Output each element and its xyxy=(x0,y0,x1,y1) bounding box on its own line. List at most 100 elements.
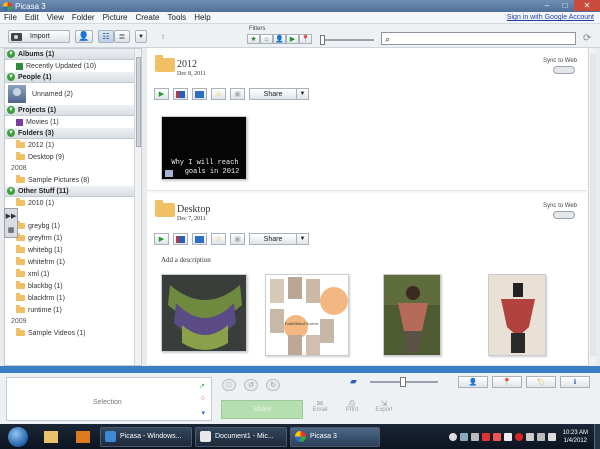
menu-file[interactable]: File xyxy=(0,13,21,22)
sync-toggle[interactable] xyxy=(553,66,575,74)
collage-button[interactable] xyxy=(192,88,207,100)
thumbnail-size-slider[interactable] xyxy=(370,377,438,387)
photo-thumbnail[interactable]: Why I will reach goals in 2012 xyxy=(161,116,247,180)
volume-icon[interactable] xyxy=(547,432,556,441)
people-panel-button[interactable]: 👤 xyxy=(458,376,488,388)
menu-help[interactable]: Help xyxy=(190,13,214,22)
export-button[interactable]: ⇲ Export xyxy=(371,399,397,413)
rotate-left-icon[interactable]: ↺ xyxy=(244,379,258,391)
minimize-button[interactable]: – xyxy=(538,0,556,11)
section-albums[interactable]: ▼ Albums (1) xyxy=(5,49,141,60)
section-projects[interactable]: ▼ Projects (1) xyxy=(5,105,141,116)
sign-in-link[interactable]: Sign in with Google Account xyxy=(507,14,594,21)
section-people[interactable]: ▼ People (1) xyxy=(5,72,141,83)
taskbar-item-picasa3[interactable]: Picasa 3 xyxy=(290,426,380,447)
tray-icon[interactable] xyxy=(514,432,523,441)
search-box[interactable]: ⌕ xyxy=(381,32,576,45)
upload-filter-icon[interactable]: ⌂ xyxy=(260,34,273,44)
taskbar-item-document1[interactable]: Document1 - Mic... xyxy=(195,426,287,447)
menu-folder[interactable]: Folder xyxy=(68,13,99,22)
sidebar-item-xml[interactable]: xml (1) xyxy=(5,268,141,280)
show-desktop-button[interactable] xyxy=(594,424,600,449)
album-description[interactable]: Add a description xyxy=(161,256,211,264)
add-to-album-icon[interactable]: ▾ xyxy=(201,409,205,417)
photo-thumbnail[interactable]: Embellished Scarves xyxy=(265,274,349,356)
expand-icon[interactable]: ▶▶ xyxy=(6,212,17,220)
sidebar-tool-strip[interactable]: ▶▶ ▦ xyxy=(4,208,18,238)
rotate-right-icon[interactable]: ↻ xyxy=(266,379,280,391)
collapse-icon[interactable]: ▼ xyxy=(7,129,15,137)
explorer-pin[interactable] xyxy=(36,427,66,447)
share-button[interactable]: Share xyxy=(249,233,297,245)
share-button[interactable]: Share xyxy=(249,88,297,100)
print-button[interactable]: ⎙ Print xyxy=(339,399,365,413)
star-filter-icon[interactable]: ★ xyxy=(247,34,260,44)
sidebar-item-unnamed[interactable]: Unnamed (2) xyxy=(5,83,141,105)
caption-button[interactable]: □ xyxy=(222,379,236,391)
info-icon[interactable]: ℹ xyxy=(560,376,590,388)
section-folders[interactable]: ▼ Folders (3) xyxy=(5,128,141,139)
grid-view-button[interactable]: ☷ xyxy=(98,30,114,43)
sidebar-item-sample-pictures[interactable]: Sample Pictures (8) xyxy=(5,174,141,186)
sidebar-item-2010[interactable]: 2010 (1) xyxy=(5,197,141,209)
taskbar-item-picasa-windows[interactable]: Picasa - Windows... xyxy=(100,426,192,447)
video-filter-icon[interactable]: ▶ xyxy=(286,34,299,44)
section-other-stuff[interactable]: ▼ Other Stuff (11) xyxy=(5,186,141,197)
photo-thumbnail[interactable] xyxy=(161,274,247,352)
upload-button[interactable]: ⇪ xyxy=(156,30,170,43)
sidebar-item-greyfrm[interactable]: greyfrm (1) xyxy=(5,232,141,244)
menu-tools[interactable]: Tools xyxy=(164,13,191,22)
play-icon[interactable]: ▶ xyxy=(154,88,169,100)
faces-filter-icon[interactable]: 👤 xyxy=(273,34,286,44)
tray-icon[interactable] xyxy=(470,432,479,441)
close-button[interactable]: ✕ xyxy=(574,0,600,11)
places-icon[interactable]: 📍 xyxy=(492,376,522,388)
sidebar-item-runtime[interactable]: runtime (1) xyxy=(5,304,141,316)
star-icon[interactable]: ☆ xyxy=(211,88,226,100)
selection-tray[interactable]: Selection ↗ ○ ▾ xyxy=(6,377,212,421)
sidebar-item-movies[interactable]: Movies (1) xyxy=(5,116,141,128)
flag-icon[interactable] xyxy=(525,432,534,441)
collapse-icon[interactable]: ▼ xyxy=(7,73,15,81)
grid-icon[interactable]: ▦ xyxy=(8,226,15,234)
geotag-filter-icon[interactable]: 📍 xyxy=(299,34,312,44)
sidebar-item-2012[interactable]: 2012 (1) xyxy=(5,139,141,151)
album-title[interactable]: Desktop xyxy=(177,204,210,215)
sidebar-item-blackbg[interactable]: blackbg (1) xyxy=(5,280,141,292)
sidebar-item-greybg[interactable]: greybg (1) xyxy=(5,220,141,232)
album-title[interactable]: 2012 xyxy=(177,59,197,70)
tray-icon[interactable] xyxy=(459,432,468,441)
scrollbar-thumb[interactable] xyxy=(136,57,141,147)
clear-icon[interactable]: ○ xyxy=(201,395,205,402)
slider-knob[interactable] xyxy=(400,377,406,387)
save-icon[interactable]: ▣ xyxy=(230,88,245,100)
menu-view[interactable]: View xyxy=(43,13,68,22)
sidebar-item-sample-videos[interactable]: Sample Videos (1) xyxy=(5,327,141,339)
people-button[interactable]: 👤 xyxy=(75,30,93,43)
import-button[interactable]: Import xyxy=(8,30,70,43)
tags-icon[interactable]: 🏷 xyxy=(526,376,556,388)
list-view-button[interactable]: ≣ xyxy=(114,30,130,43)
collapse-icon[interactable]: ▼ xyxy=(7,106,15,114)
start-button[interactable] xyxy=(8,426,28,447)
sidebar-item-recently-updated[interactable]: Recently Updated (10) xyxy=(5,60,141,72)
tray-icon[interactable] xyxy=(503,432,512,441)
sidebar-item-desktop[interactable]: Desktop (9) xyxy=(5,151,141,163)
menu-edit[interactable]: Edit xyxy=(21,13,43,22)
menu-picture[interactable]: Picture xyxy=(99,13,132,22)
slideshow-button[interactable] xyxy=(173,88,188,100)
chevron-down-icon[interactable]: ▼ xyxy=(297,88,309,100)
photo-thumbnail[interactable] xyxy=(488,274,546,356)
tray-icon[interactable] xyxy=(448,432,457,441)
email-button[interactable]: ✉ Email xyxy=(307,399,333,413)
sidebar-item-blackfrm[interactable]: blackfrm (1) xyxy=(5,292,141,304)
sidebar-item-whitebg[interactable]: whitebg (1) xyxy=(5,244,141,256)
sidebar-scrollbar[interactable] xyxy=(134,49,141,365)
photo-thumbnail[interactable] xyxy=(383,274,441,356)
content-scrollbar[interactable] xyxy=(588,48,596,366)
sync-toggle[interactable] xyxy=(553,211,575,219)
collapse-icon[interactable]: ▼ xyxy=(7,187,15,195)
maximize-button[interactable]: □ xyxy=(556,0,574,11)
save-icon[interactable]: ▣ xyxy=(230,233,245,245)
collapse-icon[interactable]: ▼ xyxy=(7,50,15,58)
